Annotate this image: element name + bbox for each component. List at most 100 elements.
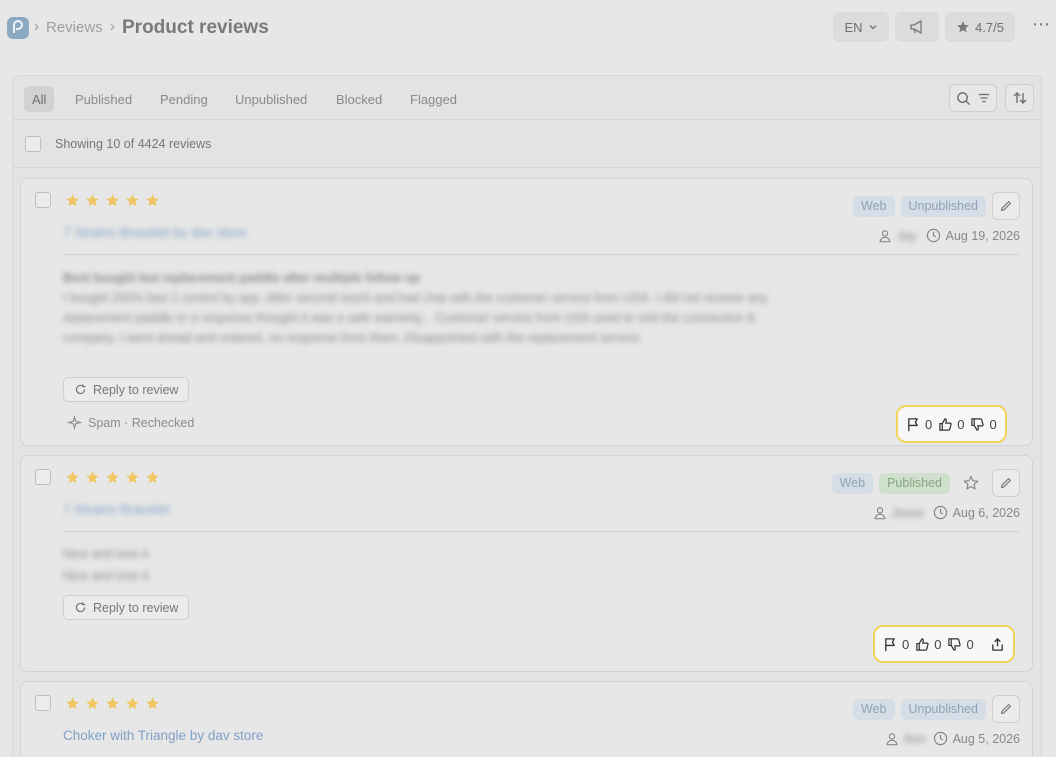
logo-icon[interactable] [7, 17, 29, 39]
top-header: › Reviews › Product reviews EN 4.7/5 ⋯ [0, 0, 1056, 56]
breadcrumb-separator: › [34, 18, 39, 35]
star-icon [106, 697, 119, 710]
review-title: Best bought but replacement paddle after… [63, 271, 420, 285]
like-count: 0 [957, 416, 965, 432]
star-icon [146, 697, 159, 710]
star-outline-icon [963, 475, 979, 490]
star-icon [126, 697, 139, 710]
review-meta: Jay Aug 19, 2026 [878, 228, 1020, 243]
user-icon [879, 229, 891, 242]
dislike-count: 0 [989, 416, 997, 432]
author-name: Jay [896, 228, 917, 243]
user-icon [874, 506, 885, 519]
product-link[interactable]: 7 Strains Bracelet [63, 502, 170, 517]
reply-label: Reply to review [93, 382, 179, 397]
review-checkbox[interactable] [35, 469, 51, 485]
announcements-button[interactable] [895, 12, 939, 42]
status-badge: Unpublished [900, 698, 986, 720]
rating-summary-button[interactable]: 4.7/5 [945, 12, 1015, 42]
review-card: Choker with Triangle by dav store Web Un… [20, 681, 1033, 757]
review-tags: Web Published [831, 469, 1020, 497]
sort-button[interactable] [1005, 84, 1034, 112]
select-all-checkbox[interactable] [25, 136, 41, 152]
flag-icon [885, 637, 895, 651]
tab-blocked[interactable]: Blocked [328, 86, 390, 112]
product-link[interactable]: 7 Strains Bracelet by dav store [63, 225, 247, 240]
star-icon [106, 194, 119, 207]
star-icon [66, 697, 79, 710]
review-content: Nice and love it Nice and love it [63, 544, 148, 586]
star-icon [957, 21, 969, 33]
divider [63, 254, 1020, 255]
star-rating [65, 696, 160, 711]
dislike-count: 0 [966, 636, 974, 652]
vote-counters: 0 0 0 [896, 405, 1007, 443]
reply-label: Reply to review [93, 600, 179, 615]
like-counter[interactable]: 0 [938, 417, 964, 432]
star-icon [146, 471, 159, 484]
review-body: I bought 200% fast 2 control by app. Aft… [63, 291, 768, 345]
thumbs-up-icon [939, 417, 952, 431]
edit-review-button[interactable] [992, 192, 1020, 220]
review-card: 7 Strains Bracelet Web Published Jesse A… [20, 455, 1033, 672]
review-title: Nice and love it [63, 547, 149, 561]
breadcrumb-reviews-link[interactable]: Reviews [46, 19, 103, 36]
edit-review-button[interactable] [992, 695, 1020, 723]
star-icon [126, 194, 139, 207]
more-icon[interactable]: ⋯ [1032, 14, 1051, 35]
user-icon [886, 732, 897, 745]
share-button[interactable] [990, 637, 1005, 652]
page-title: Product reviews [122, 17, 269, 38]
clock-icon [933, 505, 947, 520]
edit-review-button[interactable] [992, 469, 1020, 497]
channel-badge: Web [853, 698, 895, 720]
divider [63, 531, 1020, 532]
dislike-counter[interactable]: 0 [947, 636, 974, 652]
clock-icon [933, 731, 947, 746]
flag-counter[interactable]: 0 [883, 637, 909, 652]
author-name: Ann [903, 731, 926, 746]
star-icon [86, 471, 99, 484]
review-checkbox[interactable] [35, 695, 51, 711]
status-badge: Published [879, 472, 950, 494]
filter-icon [978, 93, 989, 103]
flag-icon [908, 417, 918, 431]
tab-unpublished[interactable]: Unpublished [227, 86, 315, 112]
vote-counters: 0 0 0 [873, 625, 1015, 663]
review-meta: Ann Aug 5, 2026 [885, 731, 1020, 746]
sort-icon [1013, 92, 1026, 104]
language-value: EN [844, 19, 863, 35]
star-rating [65, 193, 160, 208]
like-counter[interactable]: 0 [915, 637, 941, 652]
dislike-counter[interactable]: 0 [970, 416, 997, 432]
tab-all[interactable]: All [24, 86, 55, 112]
flag-count: 0 [925, 416, 933, 432]
reply-to-review-button[interactable]: Reply to review [63, 595, 190, 620]
chevron-down-icon [869, 25, 877, 30]
star-icon [126, 471, 139, 484]
megaphone-icon [910, 20, 922, 34]
sparkle-icon [67, 415, 82, 430]
spam-label: Spam · Rechecked [88, 415, 195, 430]
thumbs-down-icon [971, 417, 985, 431]
product-link[interactable]: Choker with Triangle by dav store [63, 728, 263, 743]
share-icon [991, 637, 1003, 651]
thumbs-up-icon [916, 637, 929, 651]
flag-counter[interactable]: 0 [906, 417, 932, 432]
tab-pending[interactable]: Pending [152, 86, 216, 112]
thumbs-down-icon [948, 637, 962, 651]
star-icon [86, 194, 99, 207]
tab-published[interactable]: Published [67, 86, 140, 112]
star-rating [65, 470, 160, 485]
feature-review-button[interactable] [956, 475, 986, 491]
pencil-icon [1000, 477, 1012, 489]
review-checkbox[interactable] [35, 192, 51, 208]
tab-flagged[interactable]: Flagged [402, 86, 465, 112]
rating-value: 4.7/5 [975, 19, 1004, 35]
reply-to-review-button[interactable]: Reply to review [63, 377, 190, 402]
status-tabs: All Published Pending Unpublished Blocke… [13, 76, 1041, 120]
language-select[interactable]: EN [833, 12, 889, 42]
spam-status: Spam · Rechecked [67, 415, 194, 430]
review-tags: Web Unpublished [853, 192, 1020, 220]
search-filter-button[interactable] [949, 84, 997, 112]
